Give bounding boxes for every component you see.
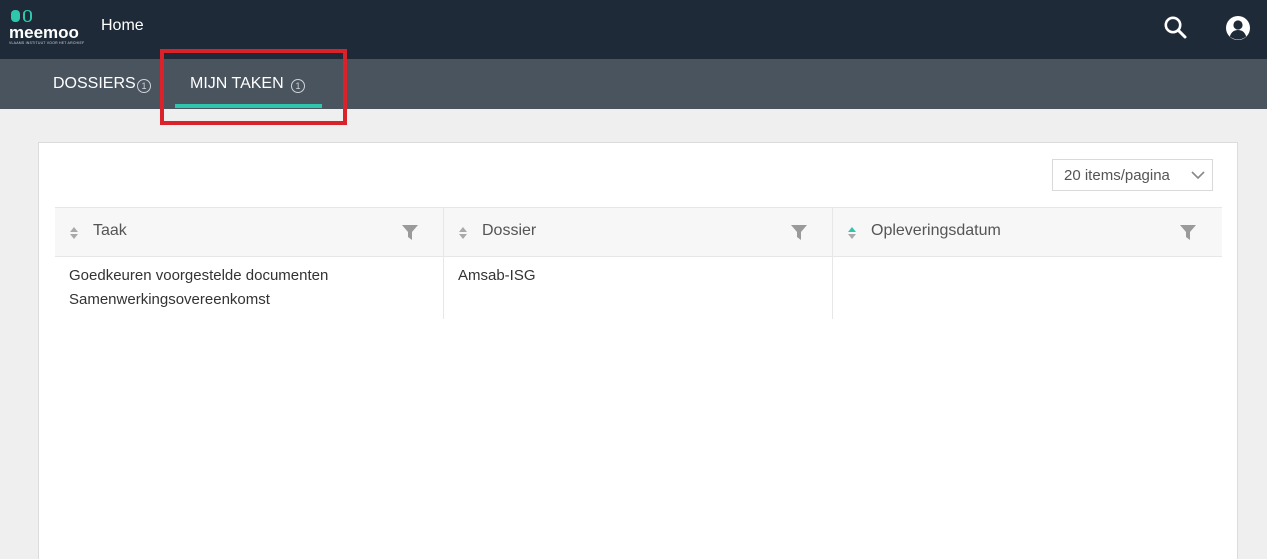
user-avatar-icon[interactable] — [1225, 15, 1251, 41]
column-header-taak[interactable]: Taak — [55, 208, 444, 256]
column-header-label: Taak — [93, 222, 127, 239]
table-header: Taak Dossier Opleveringsdatum — [55, 207, 1222, 257]
tasks-panel: 20 items/pagina Taak Dossier Opleverings… — [38, 142, 1238, 559]
cell-taak[interactable]: Goedkeuren voorgestelde documenten Samen… — [55, 257, 444, 319]
tab-label: MIJN TAKEN — [190, 75, 284, 92]
column-header-opleveringsdatum[interactable]: Opleveringsdatum — [833, 208, 1222, 256]
sort-icon[interactable] — [847, 226, 857, 240]
home-link[interactable]: Home — [101, 17, 144, 35]
table-row[interactable]: Goedkeuren voorgestelde documenten Samen… — [55, 257, 1222, 319]
tab-count-badge: 1 — [137, 79, 151, 93]
tabs-bar: DOSSIERS 1 MIJN TAKEN 1 — [0, 59, 1267, 109]
cell-dossier[interactable]: Amsab-ISG — [444, 257, 833, 319]
tab-count-badge: 1 — [291, 79, 305, 93]
top-navbar: meemoo VLAAMS INSTITUUT VOOR HET ARCHIEF… — [0, 0, 1267, 59]
meemoo-logo-icon — [11, 10, 32, 22]
dossier-name: Amsab-ISG — [458, 267, 536, 284]
chevron-down-icon — [1191, 171, 1205, 180]
cell-opleveringsdatum — [833, 257, 1222, 319]
search-icon[interactable] — [1162, 14, 1188, 40]
sort-icon[interactable] — [458, 226, 468, 240]
active-tab-indicator — [175, 104, 322, 108]
column-header-dossier[interactable]: Dossier — [444, 208, 833, 256]
filter-icon[interactable] — [401, 224, 419, 241]
taak-title-line: Goedkeuren voorgestelde documenten — [69, 267, 329, 284]
tab-label: DOSSIERS — [53, 75, 136, 92]
taak-title-line: Samenwerkingsovereenkomst — [69, 291, 270, 308]
logo-subtitle: VLAAMS INSTITUUT VOOR HET ARCHIEF — [9, 41, 85, 45]
meemoo-logo[interactable]: meemoo VLAAMS INSTITUUT VOOR HET ARCHIEF — [8, 7, 84, 47]
filter-icon[interactable] — [1179, 224, 1197, 241]
column-header-label: Opleveringsdatum — [871, 222, 1001, 239]
items-per-page-select[interactable]: 20 items/pagina — [1052, 159, 1213, 191]
tab-dossiers[interactable]: DOSSIERS 1 — [53, 59, 158, 109]
logo-wordmark: meemoo — [9, 23, 79, 42]
column-header-label: Dossier — [482, 222, 537, 239]
tab-mijn-taken[interactable]: MIJN TAKEN 1 — [175, 59, 323, 109]
sort-icon[interactable] — [69, 226, 79, 240]
filter-icon[interactable] — [790, 224, 808, 241]
items-per-page-value: 20 items/pagina — [1064, 167, 1170, 184]
